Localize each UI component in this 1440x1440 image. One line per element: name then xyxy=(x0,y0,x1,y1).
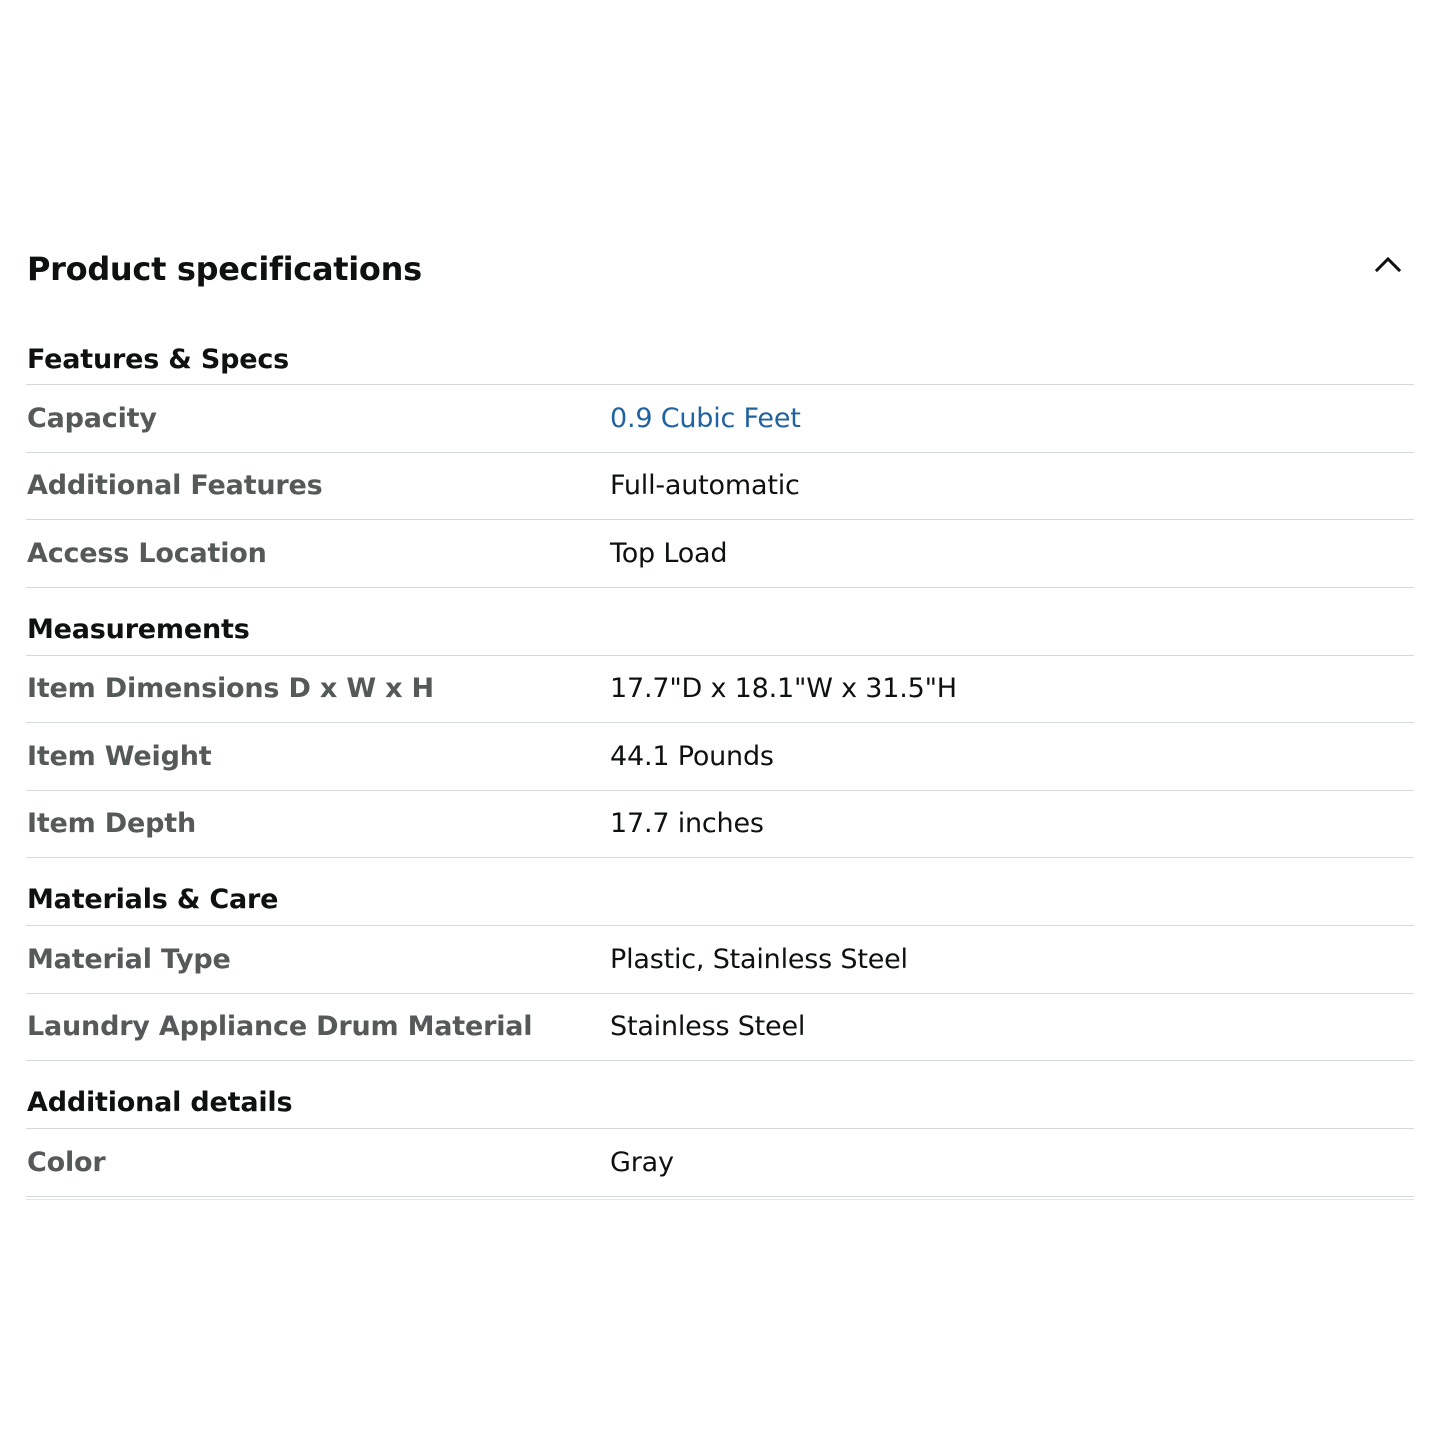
spec-section: Features & Specs Capacity 0.9 Cubic Feet Ad… xyxy=(26,332,1414,588)
spec-row: Material Type Plastic, Stainless Steel xyxy=(26,926,1414,994)
spec-row: Capacity 0.9 Cubic Feet xyxy=(26,385,1414,453)
section-title: Materials & Care xyxy=(26,858,1414,926)
spec-label: Additional Features xyxy=(27,470,323,502)
spec-row: Access Location Top Load xyxy=(26,520,1414,588)
panel-title: Product specifications xyxy=(27,250,422,288)
spec-row: Item Depth 17.7 inches xyxy=(26,791,1414,858)
spec-value: Stainless Steel xyxy=(610,1011,806,1043)
panel-header[interactable]: Product specifications xyxy=(26,238,1414,304)
spec-section: Additional details Color Gray xyxy=(26,1061,1414,1197)
spec-value: Plastic, Stainless Steel xyxy=(610,943,908,975)
bottom-divider xyxy=(26,1198,1414,1200)
spec-label: Material Type xyxy=(27,943,231,975)
spec-value: Gray xyxy=(610,1146,674,1178)
spec-value: 44.1 Pounds xyxy=(610,740,774,772)
spec-value: 17.7"D x 18.1"W x 31.5"H xyxy=(610,673,957,705)
spec-value: Top Load xyxy=(610,537,728,569)
spec-row: Additional Features Full-automatic xyxy=(26,453,1414,520)
spec-section: Measurements Item Dimensions D x W x H 17.… xyxy=(26,588,1414,858)
spec-label: Item Dimensions D x W x H xyxy=(27,673,434,705)
spec-row: Color Gray xyxy=(26,1129,1414,1197)
spec-row: Item Weight 44.1 Pounds xyxy=(26,723,1414,791)
spec-label: Item Depth xyxy=(27,808,196,840)
spec-value: 17.7 inches xyxy=(610,808,764,840)
product-specifications-panel: Product specifications Features & Specs C… xyxy=(26,238,1414,1200)
spec-row: Laundry Appliance Drum Material Stainless… xyxy=(26,994,1414,1061)
spec-value: Full-automatic xyxy=(610,470,800,502)
section-title: Additional details xyxy=(26,1061,1414,1129)
spec-row: Item Dimensions D x W x H 17.7"D x 18.1"W… xyxy=(26,656,1414,723)
spec-section: Materials & Care Material Type Plastic, St… xyxy=(26,858,1414,1061)
spec-label: Access Location xyxy=(27,537,267,569)
spec-value-link[interactable]: 0.9 Cubic Feet xyxy=(610,403,801,434)
section-title: Features & Specs xyxy=(26,332,1414,385)
spec-sections: Features & Specs Capacity 0.9 Cubic Feet Ad… xyxy=(26,332,1414,1197)
spec-label: Color xyxy=(27,1146,106,1178)
section-title: Measurements xyxy=(26,588,1414,656)
chevron-up-icon xyxy=(1374,255,1402,273)
collapse-toggle-button[interactable] xyxy=(1368,244,1408,284)
spec-label: Laundry Appliance Drum Material xyxy=(27,1011,533,1043)
spec-label: Capacity xyxy=(27,402,157,434)
spec-label: Item Weight xyxy=(27,740,212,772)
